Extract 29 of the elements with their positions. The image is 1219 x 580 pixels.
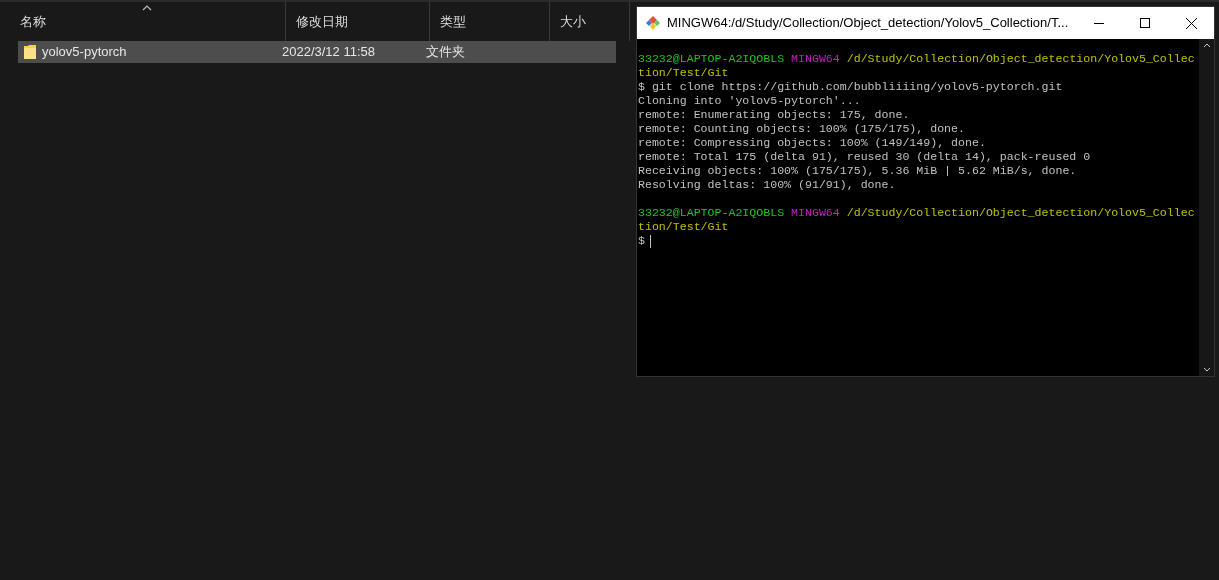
file-row[interactable]: yolov5-pytorch 2022/3/12 11:58 文件夹 [18, 41, 616, 63]
terminal-output: remote: Compressing objects: 100% (149/149), done. [638, 136, 986, 149]
terminal-output: remote: Counting objects: 100% (175/175), done. [638, 122, 965, 135]
column-header[interactable]: 类型 [440, 11, 466, 32]
terminal-output: Cloning into 'yolov5-pytorch'... [638, 94, 861, 107]
scroll-up-icon[interactable] [1202, 43, 1211, 48]
folder-icon [24, 44, 36, 60]
app-logo-icon [645, 15, 661, 31]
column-header[interactable]: 大小 [560, 11, 586, 32]
file-name: yolov5-pytorch [42, 43, 127, 62]
prompt-line: 33232@LAPTOP-A2IQOBLS MINGW64 /d/Study/Collection/Object_detection/Yolov5_Collection/Test/Git [638, 52, 1196, 80]
prompt-symbol: $ [638, 234, 645, 248]
scroll-down-icon[interactable] [1202, 367, 1211, 372]
text-cursor [649, 234, 651, 248]
window-title: MINGW64:/d/Study/Collection/Object_detection/Yolov5_Collection/T... [667, 14, 1069, 33]
close-icon [1185, 17, 1197, 29]
terminal-output: remote: Enumerating objects: 175, done. [638, 108, 910, 121]
terminal-output: $ git clone https://github.com/bubbliiiing/yolov5-pytorch.git [638, 80, 1063, 93]
terminal-output: remote: Total 175 (delta 91), reused 30 (delta 14), pack-reused 0 [638, 150, 1091, 163]
minimize-icon [1094, 22, 1104, 24]
modified-date: 2022/3/12 11:58 [281, 43, 376, 62]
prompt-line: 33232@LAPTOP-A2IQOBLS MINGW64 /d/Study/Collection/Object_detection/Yolov5_Collection/Test/Git [638, 206, 1196, 234]
terminal-output: Receiving objects: 100% (175/175), 5.36 MiB | 5.62 MiB/s, done. [638, 164, 1077, 177]
column-header[interactable]: 名称 [20, 11, 46, 32]
file-type: 文件夹 [425, 43, 466, 62]
maximize-icon [1140, 18, 1150, 28]
terminal-output: Resolving deltas: 100% (91/91), done. [638, 178, 896, 191]
column-header[interactable]: 修改日期 [296, 11, 348, 32]
scrollbar[interactable] [1199, 39, 1214, 376]
